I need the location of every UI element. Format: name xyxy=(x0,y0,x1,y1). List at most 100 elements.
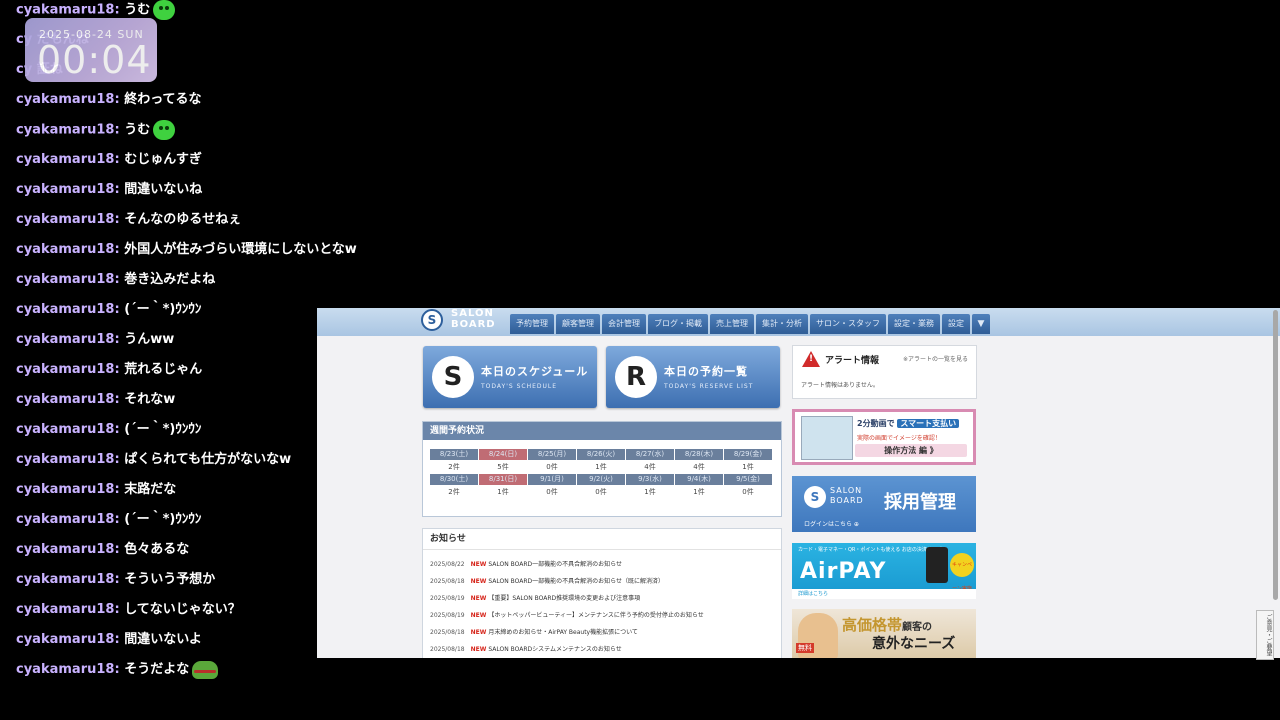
chat-username[interactable]: cyakamaru18: xyxy=(16,332,120,347)
week-date-cell[interactable]: 8/27(水) xyxy=(626,449,674,460)
week-count-cell[interactable]: 4件 xyxy=(626,460,674,474)
nav-more-chevron-down-icon[interactable]: ▼ xyxy=(972,314,990,334)
chat-username[interactable]: cyakamaru18: xyxy=(16,392,120,407)
alert-body: アラート情報はありません。 xyxy=(801,382,879,389)
nav-tab-salon-staff[interactable]: サロン・スタッフ xyxy=(810,314,886,334)
chat-username[interactable]: cyakamaru18: xyxy=(16,542,120,557)
chat-username[interactable]: cyakamaru18: xyxy=(16,482,120,497)
chat-username[interactable]: cyakamaru18: xyxy=(16,452,120,467)
nav-tab-reservation[interactable]: 予約管理 xyxy=(510,314,554,334)
news-item[interactable]: 2025/08/18 NEW SALON BOARDシステムメンテナンスのお知らせ xyxy=(430,644,622,656)
nav-tab-accounting[interactable]: 会計管理 xyxy=(602,314,646,334)
news-item[interactable]: 2025/08/22 NEW SALON BOARD一部機能の不具合解消のお知らせ xyxy=(430,559,622,571)
chat-username[interactable]: cyakamaru18: xyxy=(16,632,120,647)
chat-username[interactable]: cyakamaru18: xyxy=(16,302,120,317)
today-reserve-list-button[interactable]: R 本日の予約一覧 TODAY'S RESERVE LIST xyxy=(606,346,780,408)
chat-message: cyakamaru18: むじゅんすぎ xyxy=(16,150,202,170)
news-item[interactable]: 2025/08/19 NEW 【重要】SALON BOARD推奨環境の変更および注意… xyxy=(430,593,640,605)
nav-tab-business[interactable]: 設定・業務 xyxy=(888,314,940,334)
news-text[interactable]: 【重要】SALON BOARD推奨環境の変更および注意事項 xyxy=(488,595,640,602)
chat-username[interactable]: cyakamaru18: xyxy=(16,123,120,138)
week-count-cell[interactable]: 1件 xyxy=(626,485,674,499)
week-date-cell[interactable]: 9/4(木) xyxy=(675,474,723,485)
chat-username[interactable]: cyakamaru18: xyxy=(16,602,120,617)
week-count-cell[interactable]: 1件 xyxy=(724,460,772,474)
week-date-cell[interactable]: 8/23(土) xyxy=(430,449,478,460)
news-text[interactable]: SALON BOARDシステムメンテナンスのお知らせ xyxy=(488,646,621,653)
nav-tab-blog[interactable]: ブログ・掲載 xyxy=(648,314,708,334)
week-count-cell[interactable]: 0件 xyxy=(577,485,625,499)
salon-board-logo[interactable]: S SALON BOARD xyxy=(421,308,501,336)
chat-username[interactable]: cyakamaru18: xyxy=(16,362,120,377)
week-count-cell[interactable]: 1件 xyxy=(675,485,723,499)
recruit-management-banner[interactable]: S SALON BOARD 採用管理 ログインはこちら ⊕ xyxy=(792,476,976,532)
week-count-cell[interactable]: 0件 xyxy=(724,485,772,499)
logo-text: SALON BOARD xyxy=(451,308,496,330)
week-count-cell[interactable]: 5件 xyxy=(479,460,527,474)
recruit-login-link[interactable]: ログインはこちら ⊕ xyxy=(804,519,859,528)
chat-username[interactable]: cyakamaru18: xyxy=(16,572,120,587)
frog-emote-icon xyxy=(192,660,219,679)
film-strip-icon xyxy=(801,416,853,460)
news-text[interactable]: 【ホットペッパービューティー】メンテナンスに伴う予約の受付停止のお知らせ xyxy=(488,612,703,619)
alert-list-link[interactable]: ※アラートの一覧を見る xyxy=(903,354,968,363)
week-dates-row: 8/23(土) 8/24(日) 8/25(月) 8/26(火) 8/27(水) 8/28(… xyxy=(430,449,773,460)
smart-payment-video-banner[interactable]: 2分動画で スマート支払い 実際の画面でイメージを確認！ 操作方法 編 》 xyxy=(792,409,976,465)
chat-username[interactable]: cyakamaru18: xyxy=(16,272,120,287)
chat-message: cyakamaru18: そんなのゆるせねぇ xyxy=(16,210,241,230)
week-count-cell[interactable]: 1件 xyxy=(479,485,527,499)
page-scrollbar[interactable] xyxy=(1273,310,1278,600)
needs-word1: 高価格帯 xyxy=(842,616,903,634)
chat-username[interactable]: cyakamaru18: xyxy=(16,212,120,227)
chat-message: cyakamaru18: 間違いないよ xyxy=(16,630,202,650)
chat-username[interactable]: cyakamaru18: xyxy=(16,92,120,107)
news-item[interactable]: 2025/08/18 NEW 月末締めのお知らせ・AirPAY Beauty機能拡張… xyxy=(430,627,638,639)
week-count-cell[interactable]: 4件 xyxy=(675,460,723,474)
airpay-details-link[interactable]: 詳細はこちら xyxy=(792,589,976,599)
week-date-cell[interactable]: 8/28(木) xyxy=(675,449,723,460)
weekly-title: 週間予約状況 xyxy=(423,422,781,440)
high-price-needs-banner[interactable]: 高価格帯顧客の 意外なニーズ 無料 xyxy=(792,609,976,658)
chat-username[interactable]: cyakamaru18: xyxy=(16,512,120,527)
video-banner-button[interactable]: 操作方法 編 》 xyxy=(855,444,967,457)
chat-username[interactable]: cyakamaru18: xyxy=(16,422,120,437)
nav-tab-analytics[interactable]: 集計・分析 xyxy=(756,314,808,334)
news-text[interactable]: 月末締めのお知らせ・AirPAY Beauty機能拡張について xyxy=(488,629,638,636)
nav-tab-customer[interactable]: 顧客管理 xyxy=(556,314,600,334)
week-count-cell[interactable]: 0件 xyxy=(528,460,576,474)
nav-tab-sales[interactable]: 売上管理 xyxy=(710,314,754,334)
week-date-cell[interactable]: 8/29(金) xyxy=(724,449,772,460)
week-count-cell[interactable]: 0件 xyxy=(528,485,576,499)
week-date-cell[interactable]: 9/1(月) xyxy=(528,474,576,485)
chat-username[interactable]: cyakamaru18: xyxy=(16,182,120,197)
chat-username[interactable]: cyakamaru18: xyxy=(16,242,120,257)
chat-username[interactable]: cyakamaru18: xyxy=(16,662,120,677)
week-date-cell[interactable]: 9/3(水) xyxy=(626,474,674,485)
week-count-cell[interactable]: 2件 xyxy=(430,460,478,474)
week-count-cell[interactable]: 1件 xyxy=(577,460,625,474)
week-date-cell[interactable]: 8/26(火) xyxy=(577,449,625,460)
feedback-side-tab[interactable]: ご意見・ご要望 xyxy=(1256,610,1274,660)
news-item[interactable]: 2025/08/18 NEW SALON BOARD一部機能の不具合解消のお知らせ（… xyxy=(430,576,664,588)
week-date-cell[interactable]: 9/2(火) xyxy=(577,474,625,485)
chat-username[interactable]: cyakamaru18: xyxy=(16,3,120,18)
week-date-cell[interactable]: 9/5(金) xyxy=(724,474,772,485)
chat-username[interactable]: cyakamaru18: xyxy=(16,152,120,167)
video-banner-highlight: スマート支払い xyxy=(897,419,960,428)
news-date: 2025/08/22 xyxy=(430,561,465,568)
week-date-cell[interactable]: 8/31(日) xyxy=(479,474,527,485)
week-count-cell[interactable]: 2件 xyxy=(430,485,478,499)
week-date-cell[interactable]: 8/30(土) xyxy=(430,474,478,485)
news-new: NEW xyxy=(470,646,487,653)
video-banner-prefix: 2分動画で xyxy=(857,419,895,428)
chat-message: cyakamaru18: それなw xyxy=(16,390,175,410)
airpay-banner[interactable]: カード・電子マネー・QR・ポイントも使える お店の決済サービス AirPAY キ… xyxy=(792,543,976,616)
news-text[interactable]: SALON BOARD一部機能の不具合解消のお知らせ xyxy=(488,561,622,568)
nav-tab-settings[interactable]: 設定 xyxy=(942,314,970,334)
week-date-cell[interactable]: 8/25(月) xyxy=(528,449,576,460)
nav-tabs: 予約管理 顧客管理 会計管理 ブログ・掲載 売上管理 集計・分析 サロン・スタッ… xyxy=(510,314,990,334)
today-schedule-button[interactable]: S 本日のスケジュール TODAY'S SCHEDULE xyxy=(423,346,597,408)
news-text[interactable]: SALON BOARD一部機能の不具合解消のお知らせ（既に解消済） xyxy=(488,578,664,585)
news-item[interactable]: 2025/08/19 NEW 【ホットペッパービューティー】メンテナンスに伴う予約の… xyxy=(430,610,704,622)
week-date-cell[interactable]: 8/24(日) xyxy=(479,449,527,460)
